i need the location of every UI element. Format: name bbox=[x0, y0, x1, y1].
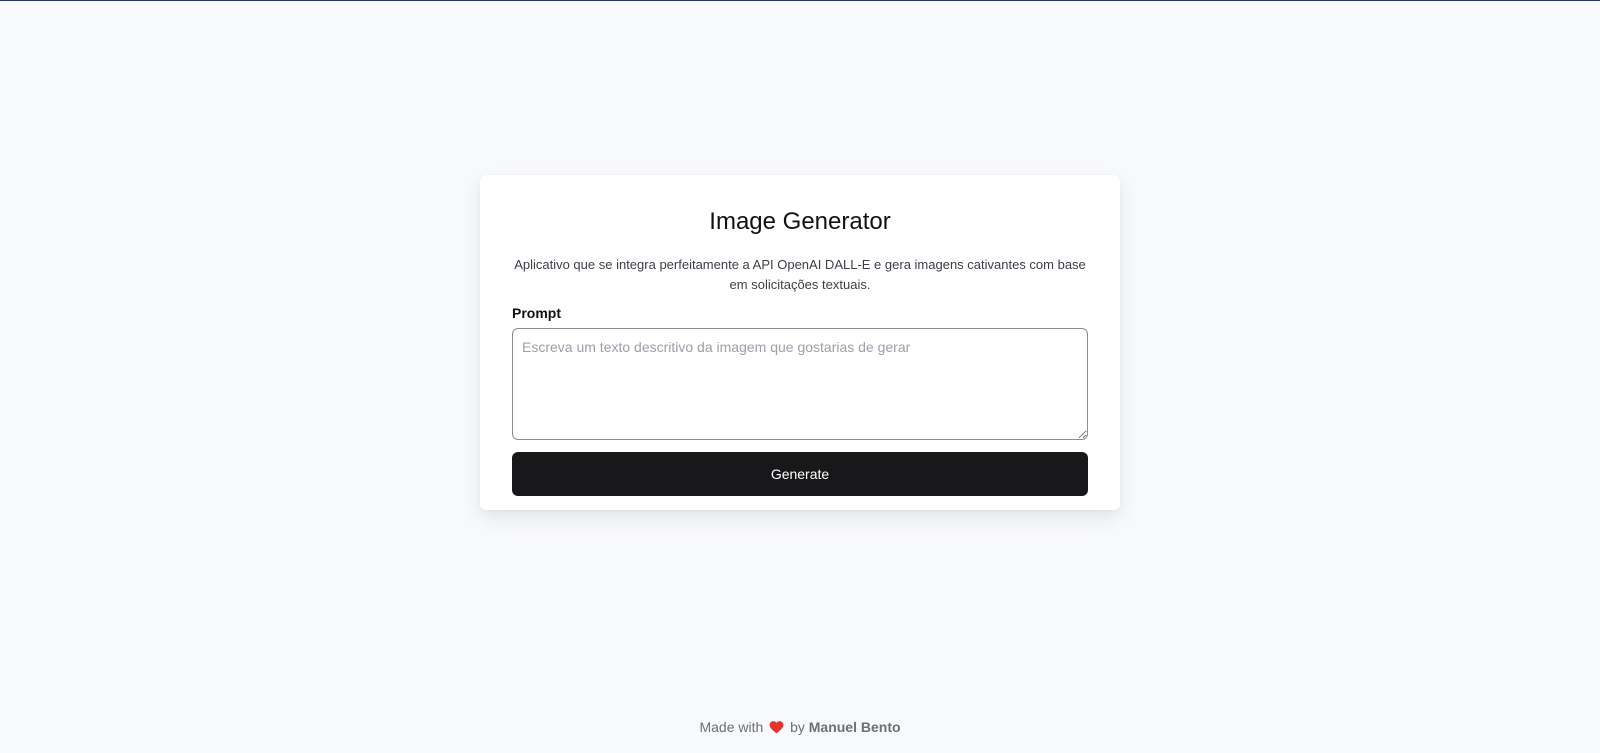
footer-by: by bbox=[790, 719, 805, 735]
page-title: Image Generator bbox=[709, 208, 891, 235]
heart-icon bbox=[769, 719, 784, 739]
footer-made-with: Made with bbox=[699, 719, 764, 735]
prompt-input[interactable] bbox=[512, 328, 1088, 440]
prompt-label: Prompt bbox=[512, 305, 561, 321]
generate-button[interactable]: Generate bbox=[512, 452, 1088, 496]
app-description: Aplicativo que se integra perfeitamente … bbox=[514, 257, 1086, 292]
author-name: Manuel Bento bbox=[808, 719, 901, 735]
footer: Made with by Manuel Bento bbox=[0, 717, 1600, 739]
generator-card: Image Generator Aplicativo que se integr… bbox=[480, 175, 1120, 510]
